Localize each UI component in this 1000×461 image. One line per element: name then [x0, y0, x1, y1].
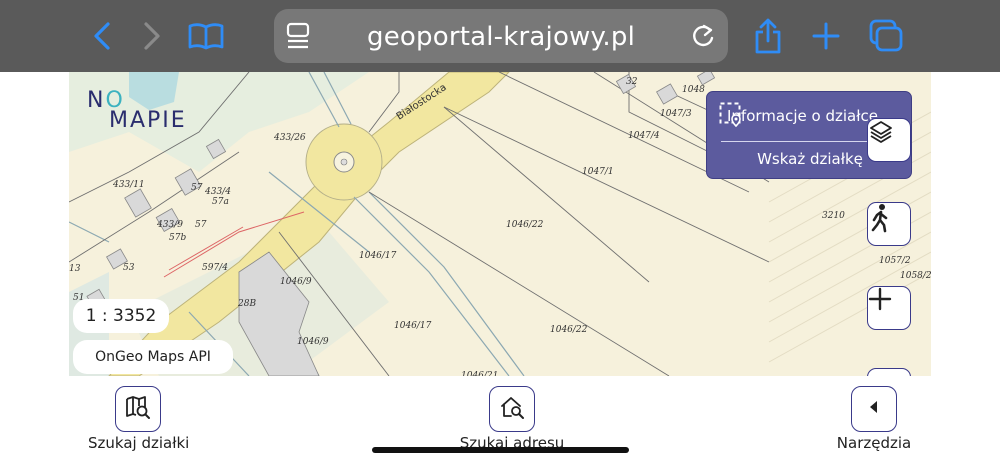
svg-text:57: 57: [195, 220, 207, 230]
svg-text:1046/9: 1046/9: [297, 337, 329, 347]
nomapie-logo: NO MAPIE: [87, 88, 187, 133]
browser-toolbar: geoportal-krajowy.pl: [0, 0, 1000, 72]
svg-text:57: 57: [191, 183, 203, 193]
svg-text:13: 13: [69, 264, 81, 274]
svg-text:1047/1: 1047/1: [582, 167, 614, 177]
tools-button[interactable]: [851, 386, 897, 432]
map-scale: 1 : 3352: [73, 299, 169, 333]
search-plot-label: Szukaj działki: [88, 434, 190, 452]
share-icon[interactable]: [746, 14, 790, 58]
search-address-button[interactable]: [489, 386, 535, 432]
svg-text:1047/3: 1047/3: [660, 109, 692, 119]
plot-info-label: Informacje o działce: [727, 107, 878, 125]
bottom-toolbar: Szukaj działki Szukaj adresu Narzędzia: [0, 376, 1000, 461]
svg-text:1046/17: 1046/17: [359, 251, 397, 261]
svg-text:597/4: 597/4: [202, 263, 228, 273]
svg-text:57b: 57b: [169, 233, 186, 243]
svg-text:53: 53: [123, 263, 135, 273]
map-canvas[interactable]: 433/26 433/11 57 433/4 57a 433/9 57 57b …: [69, 72, 931, 376]
svg-text:1046/22: 1046/22: [506, 220, 544, 230]
tabs-icon[interactable]: [864, 14, 908, 58]
svg-text:1058/2: 1058/2: [900, 271, 931, 281]
url-text: geoportal-krajowy.pl: [367, 22, 635, 52]
svg-text:1047/4: 1047/4: [628, 131, 660, 141]
street-view-button[interactable]: [867, 202, 911, 246]
svg-text:57a: 57a: [212, 197, 229, 207]
layers-button[interactable]: [867, 118, 911, 162]
tools-label: Narzędzia: [836, 434, 912, 452]
reload-icon[interactable]: [690, 22, 716, 54]
address-bar[interactable]: geoportal-krajowy.pl: [274, 9, 728, 63]
svg-text:433/11: 433/11: [112, 180, 145, 190]
svg-text:433/9: 433/9: [156, 220, 183, 230]
svg-text:1046/17: 1046/17: [394, 321, 432, 331]
forward-chevron-icon[interactable]: [130, 14, 174, 58]
home-indicator: [372, 447, 629, 453]
zoom-out-button[interactable]: [867, 368, 911, 376]
map-attribution[interactable]: OnGeo Maps API: [73, 340, 233, 374]
search-plot-button[interactable]: [115, 386, 161, 432]
svg-text:433/4: 433/4: [204, 187, 231, 197]
right-margin: [931, 72, 1000, 376]
svg-text:1048: 1048: [682, 85, 705, 95]
back-chevron-icon[interactable]: [80, 14, 124, 58]
svg-text:1046/9: 1046/9: [280, 277, 312, 287]
map-search-icon: [125, 394, 151, 424]
zoom-in-button[interactable]: [867, 286, 911, 330]
svg-text:3210: 3210: [822, 211, 845, 221]
svg-text:28B: 28B: [237, 299, 256, 309]
svg-text:1057/2: 1057/2: [879, 256, 911, 266]
book-icon[interactable]: [184, 14, 228, 58]
plus-icon[interactable]: [804, 14, 848, 58]
home-search-icon: [499, 394, 525, 424]
svg-text:433/26: 433/26: [273, 133, 306, 143]
svg-text:32: 32: [626, 77, 638, 87]
svg-text:1046/22: 1046/22: [550, 325, 588, 335]
caret-left-icon: [867, 399, 881, 419]
left-margin: [0, 72, 69, 376]
